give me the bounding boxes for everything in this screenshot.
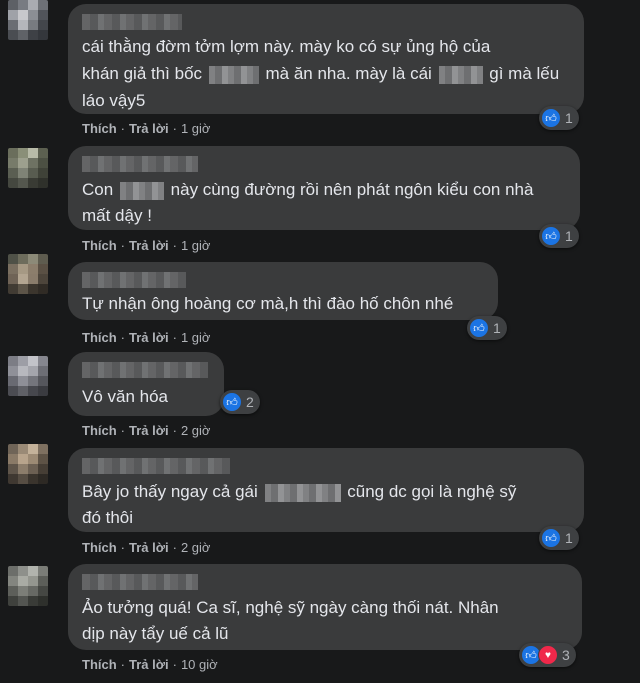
like-icon: 👍︎ xyxy=(541,528,561,548)
comment-actions: Thích · Trả lời · 2 giờ xyxy=(82,423,211,438)
comment-bubble: Bây jo thấy ngay cả gái cũng dc gọi là n… xyxy=(68,448,584,532)
redacted-word xyxy=(119,181,164,200)
comment-time[interactable]: 1 giờ xyxy=(181,330,211,345)
like-button[interactable]: Thích xyxy=(82,540,117,555)
reaction-summary[interactable]: 👍︎ 1 xyxy=(539,526,579,550)
like-icon: 👍︎ xyxy=(222,392,242,412)
reply-button[interactable]: Trả lời xyxy=(129,330,169,345)
reaction-count: 2 xyxy=(246,394,254,410)
like-button[interactable]: Thích xyxy=(82,657,117,672)
comment-line: Bây jo thấy ngay cả gái cũng dc gọi là n… xyxy=(82,482,517,502)
reaction-summary[interactable]: 👍︎ 1 xyxy=(467,316,507,340)
reaction-count: 3 xyxy=(562,647,570,663)
avatar[interactable] xyxy=(8,254,48,294)
comment-line: Vô văn hóa xyxy=(82,387,169,406)
love-icon: ♥ xyxy=(538,645,558,665)
reaction-count: 1 xyxy=(565,228,573,244)
reply-button[interactable]: Trả lời xyxy=(129,238,169,253)
like-icon: 👍︎ xyxy=(469,318,489,338)
comment-actions: Thích · Trả lời · 10 giờ xyxy=(82,657,218,672)
like-button[interactable]: Thích xyxy=(82,330,117,345)
commenter-name-redacted[interactable] xyxy=(82,156,198,172)
avatar[interactable] xyxy=(8,566,48,606)
comment-bubble: cái thằng đờm tởm lợm này. mày ko có sự … xyxy=(68,4,584,114)
reaction-count: 1 xyxy=(565,110,573,126)
reply-button[interactable]: Trả lời xyxy=(129,121,169,136)
reply-button[interactable]: Trả lời xyxy=(129,657,169,672)
comment-actions: Thích · Trả lời · 1 giờ xyxy=(82,121,211,136)
comment-bubble: Tự nhận ông hoàng cơ mà,h thì đào hố chô… xyxy=(68,262,498,320)
comment-actions: Thích · Trả lời · 1 giờ xyxy=(82,238,211,253)
comment-bubble: Vô văn hóa xyxy=(68,352,224,416)
avatar[interactable] xyxy=(8,444,48,484)
comment-line: khán giả thì bốc mà ăn nha. mày là cái g… xyxy=(82,64,560,84)
like-button[interactable]: Thích xyxy=(82,238,117,253)
commenter-name-redacted[interactable] xyxy=(82,14,182,30)
reaction-summary[interactable]: 👍︎ 1 xyxy=(539,224,579,248)
commenter-name-redacted[interactable] xyxy=(82,272,186,288)
comment-bubble: Con này cùng đường rồi nên phát ngôn kiể… xyxy=(68,146,580,230)
comment-actions: Thích · Trả lời · 2 giờ xyxy=(82,540,211,555)
reaction-count: 1 xyxy=(565,530,573,546)
comment-line: Tự nhận ông hoàng cơ mà,h thì đào hố chô… xyxy=(82,294,454,313)
avatar[interactable] xyxy=(8,148,48,188)
comment-line: cái thằng đờm tởm lợm này. mày ko có sự … xyxy=(82,37,491,56)
like-icon: 👍︎ xyxy=(541,226,561,246)
commenter-name-redacted[interactable] xyxy=(82,362,208,378)
comment-bubble: Ảo tưởng quá! Ca sĩ, nghệ sỹ ngày càng t… xyxy=(68,564,582,650)
comment-time[interactable]: 2 giờ xyxy=(181,423,211,438)
commenter-name-redacted[interactable] xyxy=(82,458,230,474)
redacted-word xyxy=(438,65,483,84)
like-button[interactable]: Thích xyxy=(82,121,117,136)
redacted-word xyxy=(208,65,259,84)
reaction-summary[interactable]: 👍︎ 2 xyxy=(220,390,260,414)
commenter-name-redacted[interactable] xyxy=(82,574,198,590)
redacted-word xyxy=(264,483,341,502)
like-button[interactable]: Thích xyxy=(82,423,117,438)
comment-line: Ảo tưởng quá! Ca sĩ, nghệ sỹ ngày càng t… xyxy=(82,598,499,617)
reaction-count: 1 xyxy=(493,320,501,336)
like-icon: 👍︎ xyxy=(541,108,561,128)
reaction-summary[interactable]: 👍︎ 1 xyxy=(539,106,579,130)
comment-line: mất dậy ! xyxy=(82,206,152,225)
comment-time[interactable]: 1 giờ xyxy=(181,121,211,136)
reaction-summary[interactable]: 👍︎ ♥ 3 xyxy=(519,643,576,667)
comment-actions: Thích · Trả lời · 1 giờ xyxy=(82,330,211,345)
avatar[interactable] xyxy=(8,356,48,396)
comment-time[interactable]: 10 giờ xyxy=(181,657,218,672)
reply-button[interactable]: Trả lời xyxy=(129,423,169,438)
comment-line: láo vậy5 xyxy=(82,91,146,110)
avatar[interactable] xyxy=(8,0,48,40)
comment-time[interactable]: 2 giờ xyxy=(181,540,211,555)
reply-button[interactable]: Trả lời xyxy=(129,540,169,555)
comment-time[interactable]: 1 giờ xyxy=(181,238,211,253)
comment-line: Con này cùng đường rồi nên phát ngôn kiể… xyxy=(82,180,534,200)
comment-line: đó thôi xyxy=(82,508,134,527)
comment-line: dịp này tẩy uế cả lũ xyxy=(82,624,229,643)
